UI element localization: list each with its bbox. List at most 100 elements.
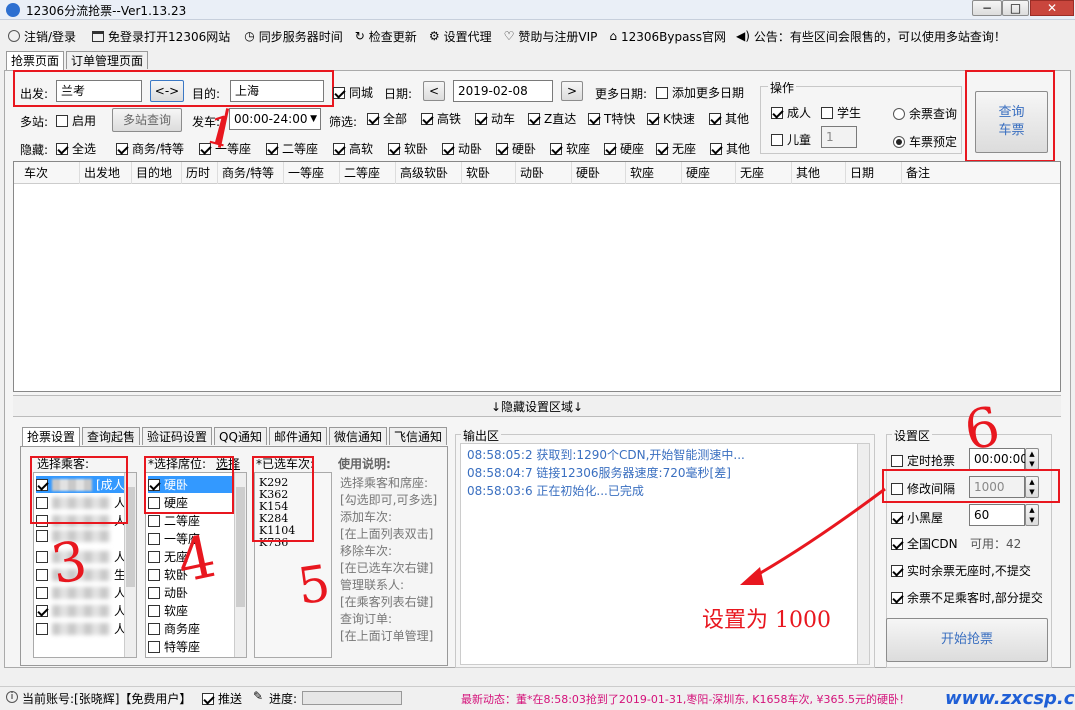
tab-fetion[interactable]: 飞信通知 (388, 427, 447, 445)
hide-all[interactable]: 全选 (56, 140, 96, 157)
col-duration[interactable]: 历时 (182, 162, 218, 184)
student-checkbox[interactable]: 学生 (821, 104, 861, 121)
col-business[interactable]: 商务/特等 (218, 162, 284, 184)
hide-label: 隐藏: (20, 143, 49, 157)
blackroom-input[interactable]: 60 (969, 504, 1025, 526)
hide-yingwo[interactable]: 硬卧 (496, 140, 536, 157)
timed-checkbox[interactable]: 定时抢票 (891, 452, 955, 469)
col-emu-sleeper[interactable]: 动卧 (516, 162, 572, 184)
samecity-checkbox[interactable]: 同城 (333, 84, 373, 101)
col-remark[interactable]: 备注 (902, 162, 1062, 184)
multi-query-button[interactable]: 多站查询 (112, 108, 182, 132)
child-count-input[interactable]: 1 (821, 126, 857, 148)
col-train[interactable]: 车次 (14, 162, 80, 184)
col-premium-sleeper[interactable]: 高级软卧 (396, 162, 462, 184)
passenger-item[interactable]: 人] (36, 602, 131, 619)
hide-yingzuo[interactable]: 硬座 (604, 140, 644, 157)
hide-other[interactable]: 其他 (710, 140, 750, 157)
tab-mail[interactable]: 邮件通知 (268, 427, 327, 445)
close-button[interactable]: ✕ (1030, 0, 1074, 16)
depart-select[interactable]: 00:00-24:00 ▼ (229, 108, 321, 130)
tab-grab-settings[interactable]: 抢票设置 (22, 427, 81, 447)
tab-qq[interactable]: QQ通知 (214, 427, 267, 445)
col-hard-seat[interactable]: 硬座 (682, 162, 736, 184)
annotation-box-1 (13, 70, 334, 107)
vip-button[interactable]: ♡ 赞助与注册VIP (504, 28, 598, 45)
hide-business[interactable]: 商务/特等 (116, 140, 184, 157)
annotation-text: 设置为 1000 (702, 608, 831, 633)
col-to[interactable]: 目的地 (132, 162, 182, 184)
tab-grab[interactable]: 抢票页面 (6, 51, 65, 71)
col-no-seat[interactable]: 无座 (736, 162, 792, 184)
col-soft-sleeper[interactable]: 软卧 (462, 162, 516, 184)
hide-ruanwo[interactable]: 软卧 (388, 140, 428, 157)
annotation-number-5: 5 (294, 554, 334, 616)
ticket-book-radio[interactable]: 车票预定 (893, 133, 957, 150)
enable-multi-checkbox[interactable]: 启用 (56, 112, 96, 129)
progress-label: 进度: (269, 692, 298, 706)
remain-query-radio[interactable]: 余票查询 (893, 105, 957, 122)
col-second[interactable]: 二等座 (340, 162, 396, 184)
bypass-site-button[interactable]: ⌂ 12306Bypass官网 (609, 28, 726, 45)
filter-t[interactable]: T特快 (588, 110, 635, 127)
date-next-button[interactable]: > (561, 81, 583, 101)
filter-other[interactable]: 其他 (709, 110, 749, 127)
no-seat-checkbox[interactable]: 实时余票无座时,不提交 (891, 562, 1031, 579)
title-bar: 12306分流抢票--Ver1.13.23 − □ ✕ (0, 0, 1075, 20)
main-tabs: 抢票页面 订单管理页面 (6, 51, 150, 71)
proxy-button[interactable]: ⚙ 设置代理 (429, 28, 492, 45)
adult-checkbox[interactable]: 成人 (771, 104, 811, 121)
filter-z[interactable]: Z直达 (528, 110, 576, 127)
col-other[interactable]: 其他 (792, 162, 846, 184)
date-prev-button[interactable]: < (423, 81, 445, 101)
login-button[interactable]: 注销/登录 (8, 28, 76, 45)
hide-settings-toggle[interactable]: ↓隐藏设置区域↓ (13, 395, 1061, 417)
blackroom-checkbox[interactable]: 小黑屋 (891, 509, 943, 526)
timed-spinner[interactable]: ▲ ▼ (1025, 448, 1039, 470)
seat-item[interactable]: 动卧 (148, 584, 188, 601)
date-label: 日期: (384, 87, 413, 101)
filter-k[interactable]: K快速 (647, 110, 695, 127)
hide-ruanzuo[interactable]: 软座 (550, 140, 590, 157)
tab-orders[interactable]: 订单管理页面 (66, 51, 149, 69)
tab-captcha[interactable]: 验证码设置 (142, 427, 213, 445)
hide-wuzuo[interactable]: 无座 (656, 140, 696, 157)
nologin-button[interactable]: 免登录打开12306网站 (92, 28, 230, 45)
maximize-button[interactable]: □ (1002, 0, 1029, 16)
date-input[interactable]: 2019-02-08 (453, 80, 553, 102)
account-info: 当前账号:[张晓辉]【免费用户】 (22, 692, 192, 706)
filter-gaotie[interactable]: 高铁 (421, 110, 461, 127)
col-date[interactable]: 日期 (846, 162, 902, 184)
col-from[interactable]: 出发地 (80, 162, 132, 184)
cdn-checkbox[interactable]: 全国CDN (891, 535, 958, 552)
tab-presale[interactable]: 查询起售 (82, 427, 141, 445)
col-hard-sleeper[interactable]: 硬卧 (572, 162, 626, 184)
child-checkbox[interactable]: 儿童 (771, 131, 811, 148)
hide-list: 全选 商务/特等 一等座 二等座 高软 软卧 动卧 硬卧 软座 硬座 无座 其他 (56, 140, 756, 158)
sync-time-button[interactable]: ◷ 同步服务器时间 (244, 28, 343, 45)
filter-all[interactable]: 全部 (367, 110, 407, 127)
seat-item[interactable]: 商务座 (148, 620, 200, 637)
minimize-button[interactable]: − (972, 0, 1002, 16)
blackroom-spinner[interactable]: ▲ ▼ (1025, 504, 1039, 526)
tab-wechat[interactable]: 微信通知 (328, 427, 387, 445)
hide-dongwo[interactable]: 动卧 (442, 140, 482, 157)
seat-item[interactable]: 特等座 (148, 638, 200, 655)
start-grab-button[interactable]: 开始抢票 (886, 618, 1048, 662)
partial-checkbox[interactable]: 余票不足乘客时,部分提交 (891, 589, 1043, 606)
push-checkbox[interactable]: 推送 (202, 690, 242, 707)
seat-scrollbar[interactable] (234, 473, 246, 657)
annotation-box-2 (965, 70, 1055, 162)
filter-dongche[interactable]: 动车 (475, 110, 515, 127)
hide-second[interactable]: 二等座 (266, 140, 318, 157)
notice-button[interactable]: ◀) 公告：有些区间会限售的，可以使用多站查询！ (736, 28, 1006, 45)
hide-gaoruan[interactable]: 高软 (333, 140, 373, 157)
passenger-item[interactable]: 人] (36, 620, 131, 637)
col-soft-seat[interactable]: 软座 (626, 162, 682, 184)
col-first[interactable]: 一等座 (284, 162, 340, 184)
add-more-date-checkbox[interactable]: 添加更多日期 (656, 84, 744, 101)
seat-item[interactable]: 软座 (148, 602, 188, 619)
check-update-button[interactable]: ↻ 检查更新 (355, 28, 417, 45)
user-icon (8, 30, 20, 42)
toolbar: 注销/登录 免登录打开12306网站 ◷ 同步服务器时间 ↻ 检查更新 ⚙ 设置代理 … (0, 24, 1075, 48)
